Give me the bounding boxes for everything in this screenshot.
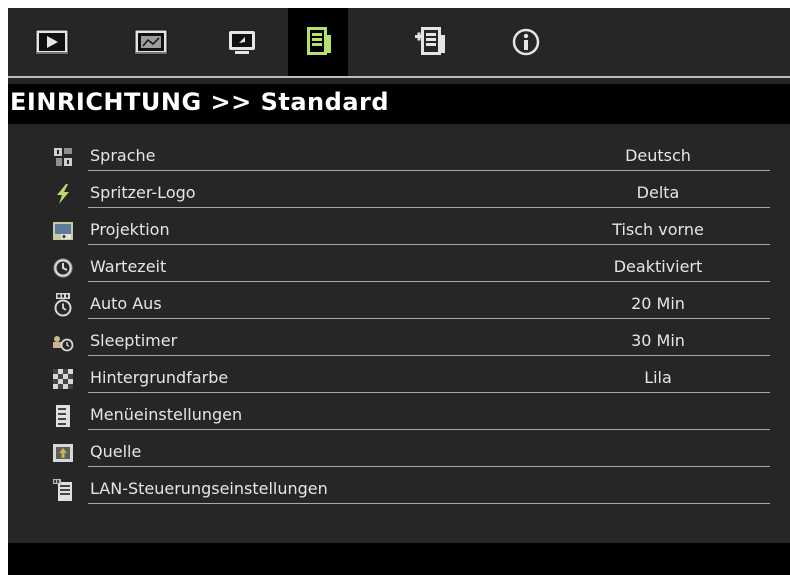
menu-item-projektion[interactable]: Projektion Tisch vorne [8, 214, 790, 250]
display-icon [134, 29, 168, 55]
menu-item-label: Auto Aus [90, 294, 162, 313]
picture-icon [35, 29, 69, 55]
row-underline [88, 170, 770, 171]
menu-item-value: 20 Min [631, 294, 685, 313]
menu-item-label: Hintergrundfarbe [90, 368, 229, 387]
row-underline [88, 318, 770, 319]
tab-info[interactable] [496, 8, 556, 76]
lan-control-icon [52, 479, 74, 501]
osd-menu-panel: EINRICHTUNG >> Standard Sprache Deutsch [8, 8, 790, 575]
setup-basic-icon [229, 31, 255, 54]
title-bar: EINRICHTUNG >> Standard [8, 84, 790, 124]
menu-item-value: Deaktiviert [613, 257, 703, 276]
menu-settings-icon [52, 405, 74, 427]
menu-item-value: Lila [644, 368, 672, 387]
menu-item-label: Menüeinstellungen [90, 405, 243, 424]
tab-display[interactable] [121, 8, 181, 76]
setup-advanced-icon [415, 27, 445, 55]
menu-item-spritzer-logo[interactable]: Spritzer-Logo Delta [8, 177, 790, 213]
menu-item-auto-aus[interactable]: Auto Aus 20 Min [8, 288, 790, 324]
row-underline [88, 355, 770, 356]
footer-bar [8, 543, 790, 575]
menu-item-value: Deutsch [625, 146, 691, 165]
tab-setup-basic[interactable] [212, 8, 272, 76]
projection-icon [52, 220, 74, 242]
row-underline [88, 429, 770, 430]
background-color-icon [52, 368, 74, 390]
page-title: EINRICHTUNG >> Standard [10, 88, 390, 116]
row-underline [88, 281, 770, 282]
menu-item-label: Sleeptimer [90, 331, 178, 350]
info-icon [512, 28, 540, 56]
row-underline [88, 207, 770, 208]
menu-item-quelle[interactable]: Quelle [8, 436, 790, 472]
row-underline [88, 466, 770, 467]
tab-bar [8, 8, 790, 76]
row-underline [88, 392, 770, 393]
menu-item-label: Quelle [90, 442, 142, 461]
menu-item-label: Sprache [90, 146, 156, 165]
menu-item-hintergrundfarbe[interactable]: Hintergrundfarbe Lila [8, 362, 790, 398]
source-icon [52, 442, 74, 464]
language-icon [52, 146, 74, 168]
row-underline [88, 244, 770, 245]
tab-picture[interactable] [22, 8, 82, 76]
tab-setup-advanced[interactable] [400, 8, 460, 76]
auto-off-icon [52, 293, 74, 317]
menu-item-value: Tisch vorne [612, 220, 704, 239]
tab-bar-divider [8, 76, 790, 78]
splash-logo-icon [52, 183, 74, 205]
menu-item-sleeptimer[interactable]: Sleeptimer 30 Min [8, 325, 790, 361]
menu-item-label: LAN-Steuerungseinstellungen [90, 479, 328, 498]
menu-item-wartezeit[interactable]: Wartezeit Deaktiviert [8, 251, 790, 287]
menu-item-value: 30 Min [631, 331, 685, 350]
menu-item-sprache[interactable]: Sprache Deutsch [8, 140, 790, 176]
menu-item-label: Wartezeit [90, 257, 167, 276]
row-underline [88, 503, 770, 504]
menu-item-lan-steuerungseinstellungen[interactable]: LAN-Steuerungseinstellungen [8, 473, 790, 509]
menu-item-menueinstellungen[interactable]: Menüeinstellungen [8, 399, 790, 435]
setup-standard-icon [307, 27, 331, 55]
tab-setup-standard[interactable] [288, 8, 348, 76]
menu-item-label: Projektion [90, 220, 170, 239]
screensaver-clock-icon [52, 257, 74, 279]
menu-item-value: Delta [636, 183, 680, 202]
sleep-timer-icon [52, 331, 74, 353]
menu-item-label: Spritzer-Logo [90, 183, 196, 202]
